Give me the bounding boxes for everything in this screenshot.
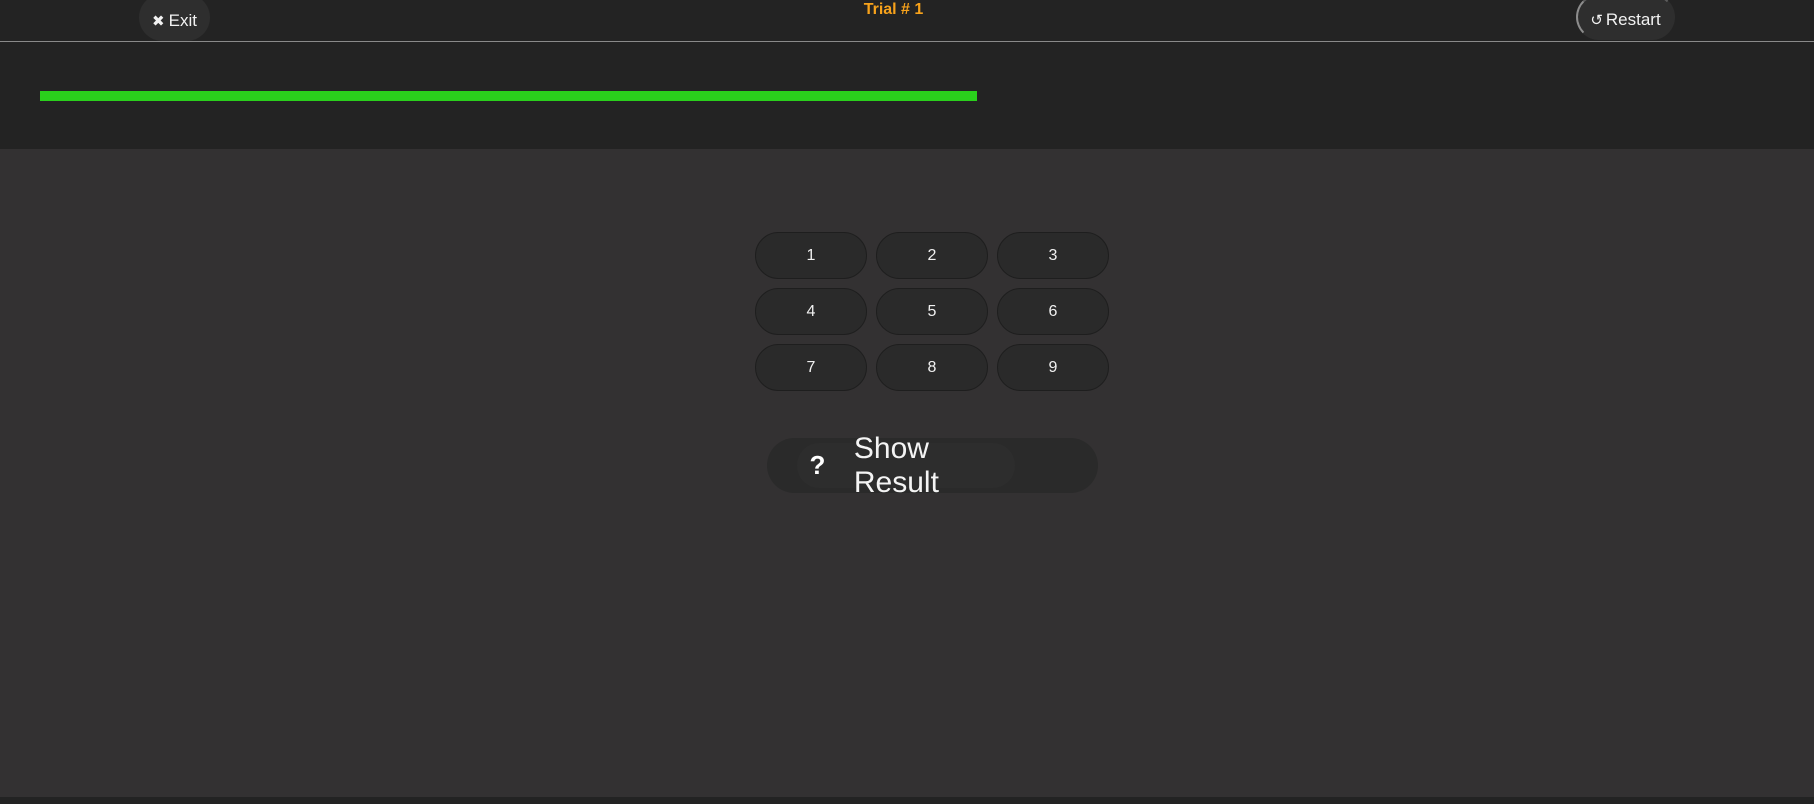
restart-label: Restart (1605, 10, 1661, 29)
restart-button[interactable]: ↺ Restart (1576, 0, 1675, 40)
progress-bar (40, 91, 1343, 101)
key-8[interactable]: 8 (876, 344, 988, 391)
progress-fill (40, 91, 977, 101)
key-3[interactable]: 3 (997, 232, 1109, 279)
show-result-button[interactable]: ? Show Result (767, 432, 1098, 499)
key-9[interactable]: 9 (997, 344, 1109, 391)
top-bar: ✖ Exit Trial # 1 ↺ Restart (0, 0, 1814, 42)
key-7[interactable]: 7 (755, 344, 867, 391)
key-2[interactable]: 2 (876, 232, 988, 279)
undo-icon: ↺ (1590, 12, 1603, 29)
key-6[interactable]: 6 (997, 288, 1109, 335)
number-keypad: 1 2 3 4 5 6 7 8 9 (755, 232, 1110, 391)
key-1[interactable]: 1 (755, 232, 867, 279)
trial-counter: Trial # 1 (863, 1, 924, 18)
progress-area (0, 42, 1814, 149)
key-5[interactable]: 5 (876, 288, 988, 335)
key-4[interactable]: 4 (755, 288, 867, 335)
show-result-label: Show Result (853, 431, 939, 499)
show-result-inner: ? Show Result (797, 432, 1015, 499)
question-icon: ? (809, 450, 826, 480)
bottom-strip (0, 797, 1814, 804)
